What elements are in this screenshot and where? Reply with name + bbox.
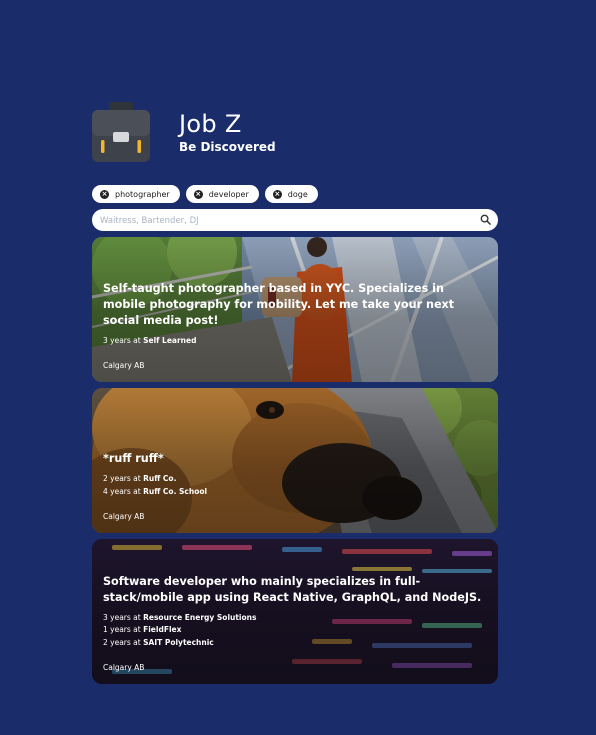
app-title: Job Z (179, 110, 242, 138)
close-circle-icon[interactable]: × (193, 189, 203, 199)
card-location: Calgary AB (103, 361, 145, 370)
filter-chip-label: developer (208, 189, 249, 199)
experience-row: 3 years at Resource Energy Solutions (103, 612, 257, 622)
app-subtitle: Be Discovered (179, 140, 276, 154)
card-location: Calgary AB (103, 663, 145, 672)
profile-card[interactable]: Software developer who mainly specialize… (92, 539, 498, 684)
card-content: *ruff ruff* 2 years at Ruff Co. 4 years … (103, 451, 487, 521)
filter-chips: × photographer × developer × doge (92, 185, 318, 203)
close-circle-icon[interactable]: × (100, 189, 109, 199)
filter-chip-developer[interactable]: × developer (185, 185, 259, 203)
experience-row: 2 years at SAIT Polytechnic (103, 637, 214, 647)
search-icon[interactable] (480, 214, 491, 225)
briefcase-icon (92, 102, 150, 162)
search-bar (92, 209, 498, 231)
profile-card[interactable]: Self-taught photographer based in YYC. S… (92, 237, 498, 382)
filter-chip-doge[interactable]: × doge (264, 185, 318, 203)
experience-row: 3 years at Self Learned (103, 335, 197, 345)
filter-chip-label: photographer (115, 189, 170, 199)
experience-row: 4 years at Ruff Co. School (103, 486, 208, 496)
profile-card[interactable]: *ruff ruff* 2 years at Ruff Co. 4 years … (92, 388, 498, 533)
filter-chip-label: doge (287, 189, 308, 199)
card-content: Software developer who mainly specialize… (103, 574, 487, 673)
filter-chip-photographer[interactable]: × photographer (92, 185, 180, 203)
close-circle-icon[interactable]: × (272, 189, 282, 199)
app-header: Job Z Be Discovered (92, 102, 512, 164)
card-content: Self-taught photographer based in YYC. S… (103, 281, 487, 371)
card-title: *ruff ruff* (103, 452, 164, 465)
search-input[interactable] (98, 212, 472, 230)
card-title: Software developer who mainly specialize… (103, 574, 482, 604)
card-title: Self-taught photographer based in YYC. S… (103, 281, 455, 327)
card-location: Calgary AB (103, 512, 145, 521)
experience-row: 1 years at FieldFlex (103, 625, 182, 634)
experience-row: 2 years at Ruff Co. (103, 474, 177, 483)
